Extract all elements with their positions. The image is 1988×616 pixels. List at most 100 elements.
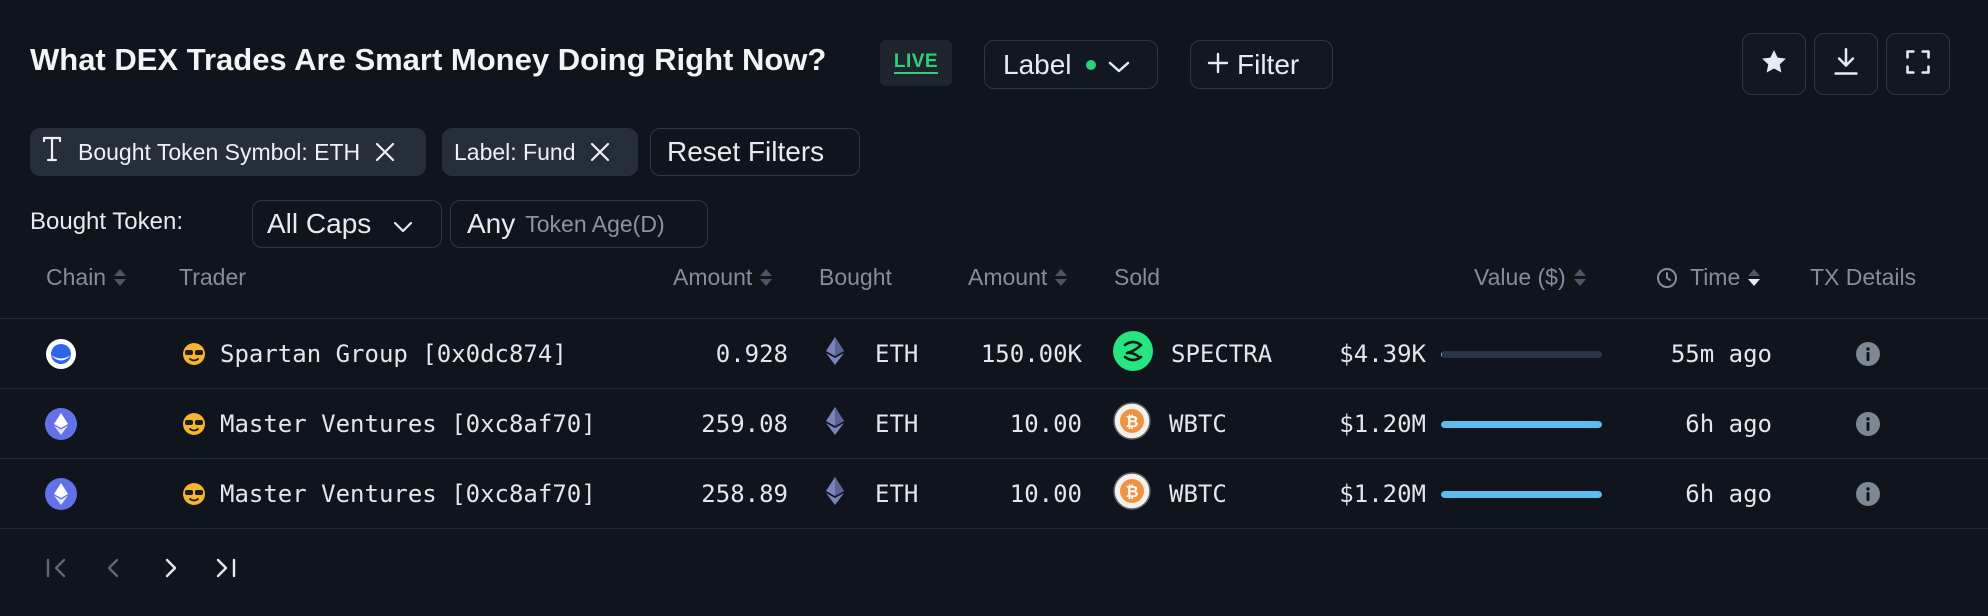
tx-details-info-icon[interactable] [1855,459,1881,529]
favorite-button[interactable] [1742,33,1806,95]
ethereum-icon [825,406,845,442]
trade-value: $1.20M [1339,410,1426,438]
column-header-amount-sold[interactable]: Amount [968,264,1068,291]
ethereum-chain-icon [45,389,77,459]
token-age-input[interactable]: Any Token Age(D) [450,200,708,248]
trade-time: 6h ago [1685,410,1772,438]
amount-bought: 259.08 [701,410,788,438]
sunglasses-emoji-icon [182,342,206,366]
amount-sold: 150.00K [980,340,1082,368]
wbtc-token-icon: ₿ [1113,472,1151,516]
sort-icon [114,269,127,286]
table-row[interactable]: Master Ventures [0xc8af70] 259.08 ETH 10… [0,389,1988,459]
last-page-button[interactable] [212,554,238,586]
value-bar-fill [1441,350,1442,358]
token-age-value: Any [467,208,516,239]
column-header-tx-details: TX Details [1810,264,1917,290]
first-page-icon [44,556,70,585]
last-page-icon [212,556,238,585]
fullscreen-icon [1904,48,1932,81]
column-header-value[interactable]: Value ($) [1474,264,1586,291]
amount-sold: 10.00 [1009,410,1082,438]
status-dot [1085,59,1096,70]
filter-chip-label: Bought Token Symbol: ETH [78,138,361,165]
label-dropdown-text: Label [1003,48,1072,80]
column-header-trader: Trader [179,264,246,290]
column-header-amount-bought[interactable]: Amount [673,264,773,291]
amount-sold: 10.00 [1009,480,1082,508]
ethereum-chain-icon [45,459,77,529]
first-page-button[interactable] [44,554,70,586]
sold-token[interactable]: ₿ WBTC [1113,389,1227,459]
bought-token[interactable]: ETH [825,319,918,389]
market-cap-value: All Caps [267,208,372,239]
table-row[interactable]: Master Ventures [0xc8af70] 258.89 ETH 10… [0,459,1988,529]
tx-details-info-icon[interactable] [1855,389,1881,459]
chevron-right-icon [160,556,180,585]
sunglasses-emoji-icon [182,482,206,506]
spectra-token-icon [1113,331,1153,377]
filter-button-label: Filter [1237,48,1300,80]
trade-time: 6h ago [1685,480,1772,508]
filter-chip-label-fund[interactable]: Label: Fund [442,128,638,176]
live-badge: LIVE [880,40,952,86]
token-age-placeholder: Token Age(D) [525,210,665,237]
value-bar [1441,459,1602,529]
value-bar-fill [1441,490,1602,498]
close-icon[interactable] [589,141,611,163]
value-bar [1441,319,1602,389]
column-header-bought: Bought [819,264,892,290]
ethereum-icon [825,336,845,372]
market-cap-select[interactable]: All Caps [252,200,442,248]
wbtc-token-icon: ₿ [1113,402,1151,446]
trade-value: $4.39K [1339,340,1426,368]
trader-name[interactable]: Master Ventures [0xc8af70] [182,389,596,459]
chain-icon [45,319,77,389]
sort-icon [760,269,773,286]
svg-text:₿: ₿ [1125,412,1138,431]
column-header-sold: Sold [1114,264,1161,290]
tx-details-info-icon[interactable] [1855,319,1881,389]
value-bar-fill [1441,420,1602,428]
trade-value: $1.20M [1339,480,1426,508]
chevron-down-icon [393,208,413,240]
star-icon [1759,47,1789,82]
ethereum-icon [825,476,845,512]
sort-icon [1573,269,1586,286]
trader-name[interactable]: Spartan Group [0x0dc874] [182,319,567,389]
sort-desc-icon [1748,269,1761,286]
bought-token[interactable]: ETH [825,389,918,459]
divider [0,528,1988,529]
column-header-time[interactable]: Time [1656,264,1761,291]
bought-token[interactable]: ETH [825,459,918,529]
filter-chip-bought-token[interactable]: Bought Token Symbol: ETH [30,128,426,176]
filter-chip-label: Label: Fund [454,138,576,165]
chevron-down-icon [1108,49,1130,81]
add-filter-button[interactable]: Filter [1190,40,1333,89]
reset-filters-button[interactable]: Reset Filters [650,128,860,176]
sunglasses-emoji-icon [182,412,206,436]
trader-name[interactable]: Master Ventures [0xc8af70] [182,459,596,529]
next-page-button[interactable] [160,554,180,586]
clock-icon [1656,267,1678,289]
svg-text:₿: ₿ [1125,482,1138,501]
label-dropdown[interactable]: Label [984,40,1158,89]
table-row[interactable]: Spartan Group [0x0dc874] 0.928 ETH 150.0… [0,319,1988,389]
page-title: What DEX Trades Are Smart Money Doing Ri… [30,42,827,77]
text-type-icon [42,136,62,169]
amount-bought: 258.89 [701,480,788,508]
chevron-left-icon [104,556,124,585]
download-icon [1832,47,1860,82]
column-header-chain[interactable]: Chain [46,264,127,291]
sold-token[interactable]: ₿ WBTC [1113,459,1227,529]
bought-token-label: Bought Token: [30,208,184,235]
sort-icon [1055,269,1068,286]
previous-page-button[interactable] [104,554,124,586]
fullscreen-button[interactable] [1886,33,1950,95]
close-icon[interactable] [374,141,396,163]
plus-icon [1207,50,1229,80]
sold-token[interactable]: SPECTRA [1113,319,1272,389]
trade-time: 55m ago [1670,340,1772,368]
amount-bought: 0.928 [715,340,788,368]
download-button[interactable] [1814,33,1878,95]
